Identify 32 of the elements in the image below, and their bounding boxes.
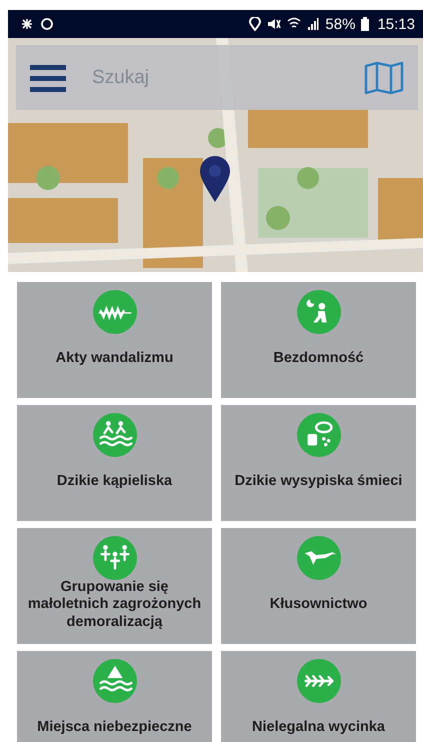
scribble-icon xyxy=(92,290,136,334)
category-label: Kłusownictwo xyxy=(270,596,368,614)
category-tile[interactable]: Kłusownictwo xyxy=(221,528,416,644)
category-label: Akty wandalizmu xyxy=(56,350,174,368)
location-icon xyxy=(249,17,262,31)
children-icon xyxy=(92,536,136,580)
menu-icon[interactable] xyxy=(30,62,66,92)
category-label: Bezdomność xyxy=(273,350,364,368)
swimmers-waves-icon xyxy=(92,413,136,457)
location-pin-icon xyxy=(200,156,230,202)
warning-waves-icon xyxy=(92,659,136,703)
category-label: Nielegalna wycinka xyxy=(252,719,385,737)
circle-icon xyxy=(40,17,54,31)
trash-icon xyxy=(296,413,340,457)
category-tile[interactable]: Dzikie wysypiska śmieci xyxy=(221,405,416,521)
category-tile[interactable]: Miejsca niebezpieczne xyxy=(17,651,212,742)
category-tile[interactable]: Dzikie kąpieliska xyxy=(17,405,212,521)
sitting-person-icon xyxy=(296,290,340,334)
mute-icon xyxy=(267,17,282,31)
battery-percentage: 58% xyxy=(325,16,356,32)
category-tile[interactable]: Grupowanie się małoletnich zagrożonych demoralizacją xyxy=(17,528,212,644)
clock: 15:13 xyxy=(377,16,415,32)
category-tile[interactable]: Akty wandalizmu xyxy=(17,282,212,398)
battery-icon xyxy=(361,17,370,31)
category-label: Miejsca niebezpieczne xyxy=(37,719,192,737)
category-label: Dzikie kąpieliska xyxy=(56,473,172,491)
signal-icon xyxy=(307,17,320,31)
category-tile[interactable]: Nielegalna wycinka xyxy=(221,651,416,742)
branch-icon xyxy=(296,659,340,703)
category-label: Grupowanie się małoletnich zagrożonych demoralizacją xyxy=(26,578,202,632)
category-label: Dzikie wysypiska śmieci xyxy=(234,473,402,491)
category-tile[interactable]: Bezdomność xyxy=(221,282,416,398)
